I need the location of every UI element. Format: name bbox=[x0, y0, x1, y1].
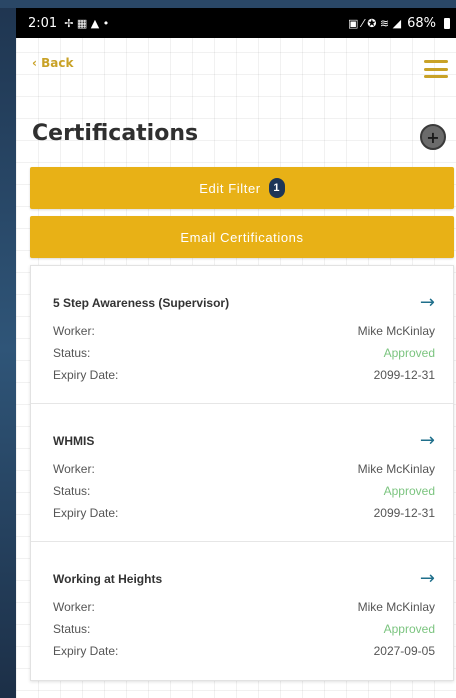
expiry-value: 2027-09-05 bbox=[373, 644, 435, 658]
worker-label: Worker: bbox=[53, 462, 95, 476]
expiry-value: 2099-12-31 bbox=[373, 368, 435, 382]
worker-label: Worker: bbox=[53, 324, 95, 338]
plus-icon: + bbox=[426, 127, 440, 147]
expiry-label: Expiry Date: bbox=[53, 644, 119, 658]
worker-row: Worker: Mike McKinlay bbox=[53, 600, 435, 614]
edit-filter-button[interactable]: Edit Filter 1 bbox=[30, 167, 454, 209]
worker-value: Mike McKinlay bbox=[357, 324, 435, 338]
certification-card[interactable]: Working at Heights → Worker: Mike McKinl… bbox=[31, 542, 453, 680]
expiry-label: Expiry Date: bbox=[53, 506, 119, 520]
status-bar: 2:01 ✢ ▦ ▲ • ▣ ⁄ ✪ ≋ ◢ 68% bbox=[16, 8, 456, 38]
device-frame bbox=[0, 0, 16, 698]
worker-label: Worker: bbox=[53, 600, 95, 614]
worker-row: Worker: Mike McKinlay bbox=[53, 462, 435, 476]
status-value: Approved bbox=[383, 346, 435, 360]
status-label: Status: bbox=[53, 622, 91, 636]
status-label: Status: bbox=[53, 484, 91, 498]
expiry-row: Expiry Date: 2099-12-31 bbox=[53, 368, 435, 382]
page-title: Certifications bbox=[32, 121, 199, 146]
status-row: Status: Approved bbox=[53, 346, 435, 360]
add-certification-button[interactable]: + bbox=[420, 124, 446, 150]
status-value: Approved bbox=[383, 484, 435, 498]
certification-title: Working at Heights bbox=[53, 572, 163, 586]
edit-filter-label: Edit Filter bbox=[199, 180, 261, 196]
email-certifications-button[interactable]: Email Certifications bbox=[30, 216, 454, 258]
signal-icons: ▣ ⁄ ✪ ≋ ◢ bbox=[347, 16, 402, 30]
email-certifications-label: Email Certifications bbox=[180, 229, 304, 245]
expiry-row: Expiry Date: 2027-09-05 bbox=[53, 644, 435, 658]
certification-card[interactable]: 5 Step Awareness (Supervisor) → Worker: … bbox=[31, 266, 453, 404]
status-time: 2:01 bbox=[28, 15, 58, 31]
device-frame-top bbox=[0, 0, 456, 8]
worker-value: Mike McKinlay bbox=[357, 462, 435, 476]
status-value: Approved bbox=[383, 622, 435, 636]
worker-value: Mike McKinlay bbox=[357, 600, 435, 614]
arrow-right-icon[interactable]: → bbox=[420, 568, 435, 589]
expiry-label: Expiry Date: bbox=[53, 368, 119, 382]
arrow-right-icon[interactable]: → bbox=[420, 292, 435, 313]
certification-card[interactable]: WHMIS → Worker: Mike McKinlay Status: Ap… bbox=[31, 404, 453, 542]
battery-percent: 68% bbox=[407, 15, 436, 31]
notification-icons: ✢ ▦ ▲ • bbox=[64, 16, 110, 30]
worker-row: Worker: Mike McKinlay bbox=[53, 324, 435, 338]
battery-icon bbox=[444, 17, 450, 29]
expiry-row: Expiry Date: 2099-12-31 bbox=[53, 506, 435, 520]
status-label: Status: bbox=[53, 346, 91, 360]
certification-title: WHMIS bbox=[53, 434, 95, 448]
arrow-right-icon[interactable]: → bbox=[420, 430, 435, 451]
back-label: ‹ Back bbox=[32, 56, 74, 70]
app-screen: 2:01 ✢ ▦ ▲ • ▣ ⁄ ✪ ≋ ◢ 68% ‹ Back Certif… bbox=[16, 8, 456, 698]
expiry-value: 2099-12-31 bbox=[373, 506, 435, 520]
status-row: Status: Approved bbox=[53, 622, 435, 636]
hamburger-menu-icon[interactable] bbox=[424, 60, 448, 78]
filter-count-badge: 1 bbox=[268, 178, 285, 198]
status-row: Status: Approved bbox=[53, 484, 435, 498]
certification-list: 5 Step Awareness (Supervisor) → Worker: … bbox=[30, 265, 454, 681]
back-button[interactable]: ‹ Back bbox=[32, 56, 73, 70]
certification-title: 5 Step Awareness (Supervisor) bbox=[53, 296, 230, 310]
